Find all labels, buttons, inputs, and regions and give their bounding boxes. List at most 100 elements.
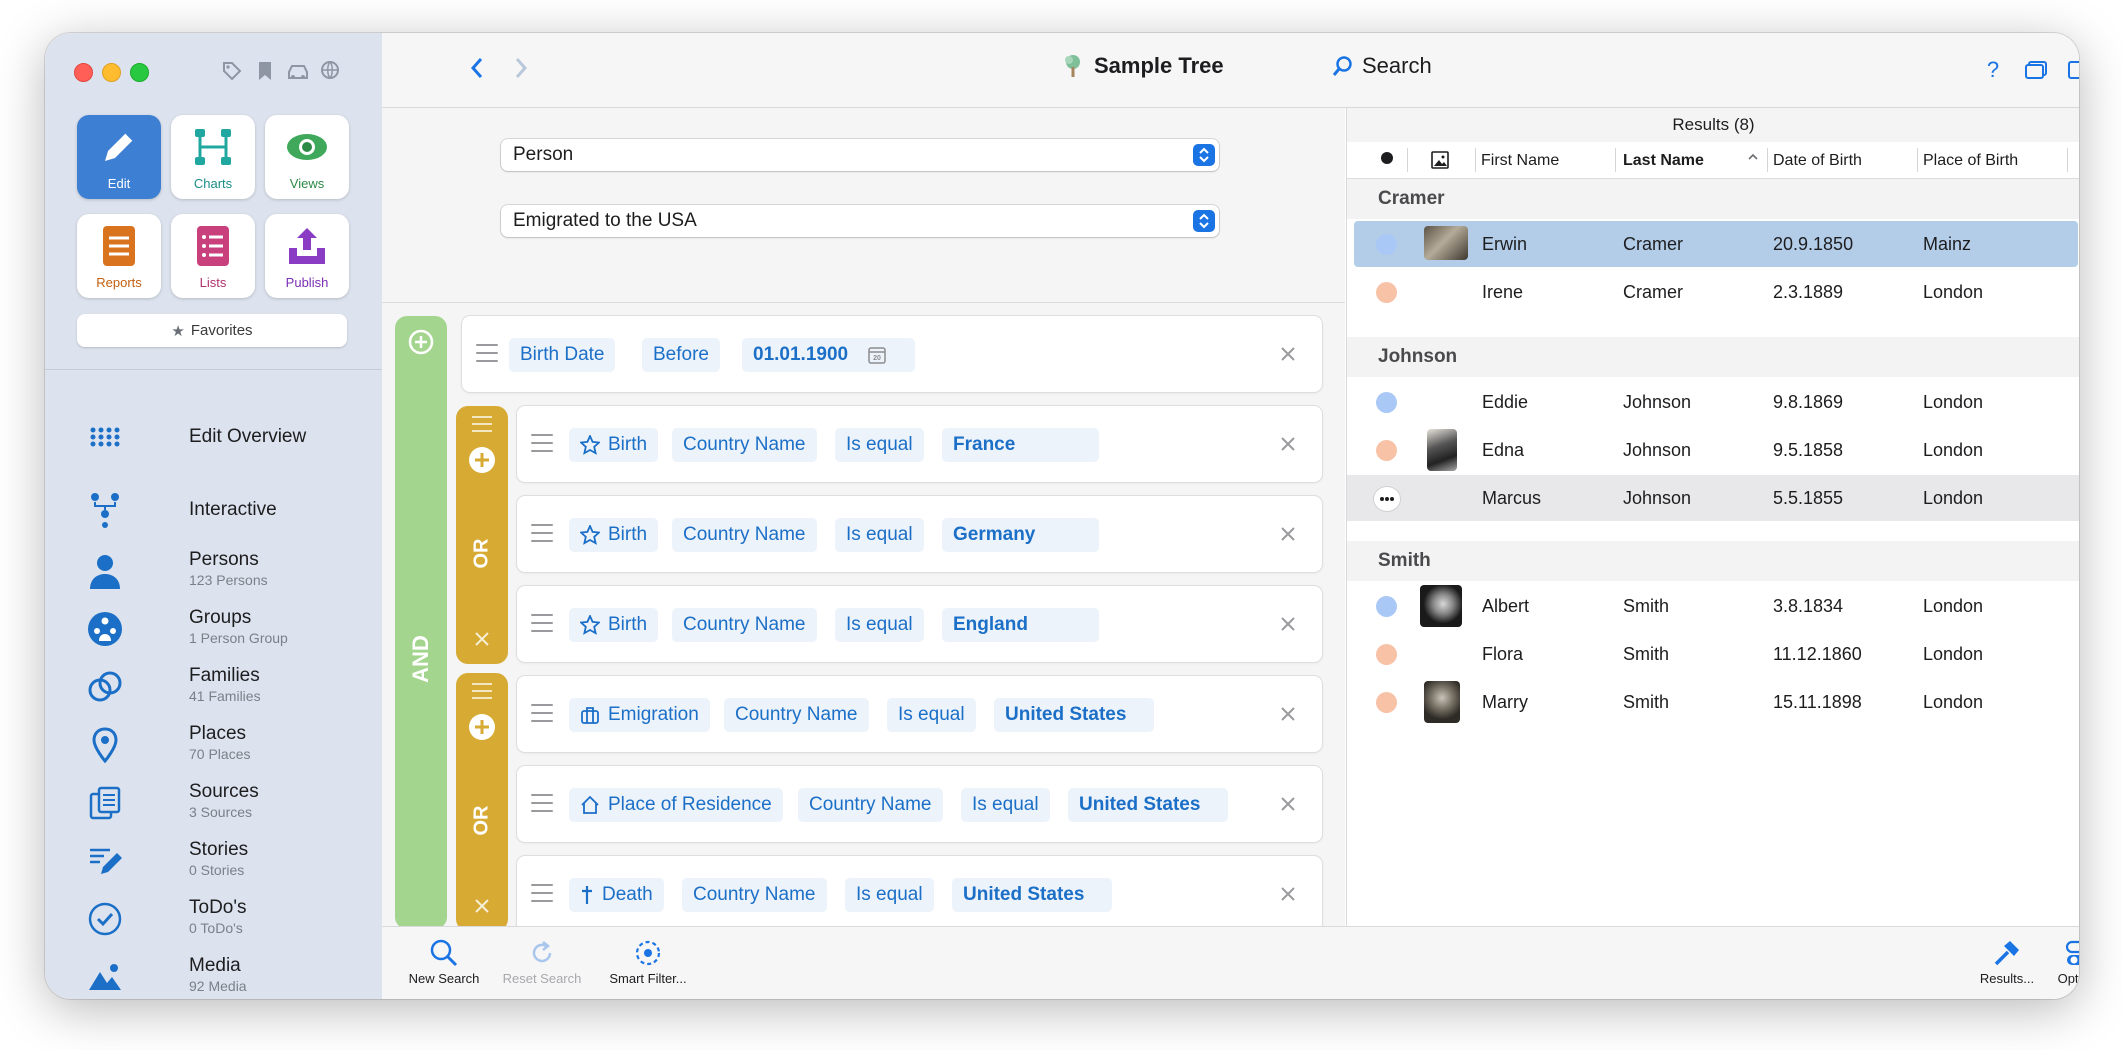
back-button[interactable]: [462, 53, 492, 83]
remove-criterion-close-icon[interactable]: [1276, 792, 1300, 816]
sidebar-item-interactive[interactable]: Interactive: [85, 490, 375, 530]
criterion-field-chip[interactable]: Country Name: [682, 878, 827, 912]
charts-button[interactable]: Charts: [171, 115, 255, 199]
tag-icon[interactable]: [217, 56, 247, 86]
table-row[interactable]: Marry Smith 15.11.1898 London: [1347, 679, 2079, 725]
criterion-field-chip[interactable]: Country Name: [672, 518, 817, 552]
sidebar-item-places[interactable]: Places 70 Places: [85, 719, 375, 769]
criterion-event-chip[interactable]: Place of Residence: [569, 788, 783, 822]
or-group-bar[interactable]: OR: [456, 406, 508, 664]
criterion-operator-chip[interactable]: Is equal: [961, 788, 1050, 822]
drag-handle-icon[interactable]: [531, 614, 553, 638]
table-row[interactable]: Eddie Johnson 9.8.1869 London: [1347, 379, 2079, 425]
edit-button[interactable]: Edit: [77, 115, 161, 199]
criterion-operator-chip[interactable]: Is equal: [835, 518, 924, 552]
criterion-value-field[interactable]: France: [942, 428, 1099, 462]
criterion-operator-chip[interactable]: Before: [642, 338, 720, 372]
reset-search-button[interactable]: Reset Search: [496, 935, 588, 986]
add-criterion-plus-icon[interactable]: [408, 329, 434, 360]
car-icon[interactable]: [283, 56, 313, 86]
criterion-field-chip[interactable]: Country Name: [672, 608, 817, 642]
criterion-value-field[interactable]: United States: [952, 878, 1112, 912]
sidebar-item-media[interactable]: Media 92 Media: [85, 951, 375, 999]
drag-handle-icon[interactable]: [531, 704, 553, 728]
drag-handle-icon[interactable]: [472, 683, 492, 699]
more-options-ellipsis-icon[interactable]: [1374, 487, 1400, 511]
drag-handle-icon[interactable]: [531, 524, 553, 548]
and-group-bar[interactable]: AND: [395, 316, 447, 929]
table-row[interactable]: Albert Smith 3.8.1834 London: [1347, 583, 2079, 629]
add-criterion-plus-icon[interactable]: [468, 446, 496, 479]
criterion-field-chip[interactable]: Country Name: [724, 698, 869, 732]
sidebar-item-persons[interactable]: Persons 123 Persons: [85, 545, 375, 595]
criterion-value-field[interactable]: England: [942, 608, 1099, 642]
criterion-value-field[interactable]: Germany: [942, 518, 1099, 552]
remove-criterion-close-icon[interactable]: [1276, 432, 1300, 456]
sidebar-item-stories[interactable]: Stories 0 Stories: [85, 835, 375, 885]
remove-criterion-close-icon[interactable]: [1276, 612, 1300, 636]
remove-group-close-icon[interactable]: [473, 630, 491, 653]
column-first-name[interactable]: First Name: [1481, 152, 1559, 170]
criterion-value-field[interactable]: 01.01.1900 20: [742, 338, 915, 372]
favorites-button[interactable]: ★ Favorites: [77, 314, 347, 347]
options-button[interactable]: Options: [2047, 935, 2079, 986]
drag-handle-icon[interactable]: [472, 416, 492, 432]
remove-criterion-close-icon[interactable]: [1276, 882, 1300, 906]
zoom-window-button[interactable]: [130, 63, 149, 82]
drag-handle-icon[interactable]: [531, 434, 553, 458]
toggle-sidebar-button[interactable]: [2062, 55, 2079, 85]
criterion-event-chip[interactable]: Birth: [569, 608, 659, 642]
table-row[interactable]: Erwin Cramer 20.9.1850 Mainz: [1354, 221, 2078, 267]
forward-button[interactable]: [506, 53, 536, 83]
close-window-button[interactable]: [74, 63, 93, 82]
publish-button[interactable]: Publish: [265, 214, 349, 298]
lists-button[interactable]: Lists: [171, 214, 255, 298]
criterion-operator-chip[interactable]: Is equal: [845, 878, 934, 912]
column-last-name[interactable]: Last Name: [1623, 152, 1704, 170]
remove-criterion-close-icon[interactable]: [1276, 702, 1300, 726]
drag-handle-icon[interactable]: [531, 794, 553, 818]
drag-handle-icon[interactable]: [531, 884, 553, 908]
criterion-value-field[interactable]: United States: [1068, 788, 1228, 822]
criterion-field-chip[interactable]: Country Name: [798, 788, 943, 822]
column-place-of-birth[interactable]: Place of Birth: [1923, 152, 2018, 170]
results-options-button[interactable]: Results...: [1972, 935, 2042, 986]
column-date-of-birth[interactable]: Date of Birth: [1773, 152, 1862, 170]
new-search-button[interactable]: New Search: [404, 935, 484, 986]
criterion-event-chip[interactable]: Emigration: [569, 698, 710, 732]
add-criterion-plus-icon[interactable]: [468, 713, 496, 746]
remove-group-close-icon[interactable]: [473, 897, 491, 920]
remove-criterion-close-icon[interactable]: [1276, 522, 1300, 546]
table-row[interactable]: Flora Smith 11.12.1860 London: [1347, 631, 2079, 677]
entity-type-select[interactable]: Person: [501, 139, 1219, 171]
criterion-value-field[interactable]: United States: [994, 698, 1154, 732]
table-row[interactable]: Marcus Johnson 5.5.1855 London: [1347, 475, 2079, 521]
window-layout-button[interactable]: [2019, 55, 2053, 85]
criterion-event-chip[interactable]: Death: [569, 878, 664, 912]
criterion-operator-chip[interactable]: Is equal: [835, 428, 924, 462]
sidebar-item-families[interactable]: Families 41 Families: [85, 661, 375, 711]
globe-search-icon[interactable]: [316, 56, 346, 86]
smart-filter-button[interactable]: Smart Filter...: [602, 935, 694, 986]
criterion-operator-chip[interactable]: Is equal: [887, 698, 976, 732]
criterion-field-chip[interactable]: Country Name: [672, 428, 817, 462]
sidebar-item-sources[interactable]: Sources 3 Sources: [85, 777, 375, 827]
help-button[interactable]: ?: [1978, 55, 2008, 85]
criterion-event-chip[interactable]: Birth: [569, 428, 659, 462]
or-group-bar[interactable]: OR: [456, 673, 508, 931]
bookmark-icon[interactable]: [250, 56, 280, 86]
minimize-window-button[interactable]: [102, 63, 121, 82]
remove-criterion-close-icon[interactable]: [1276, 342, 1300, 366]
criterion-event-chip[interactable]: Birth: [569, 518, 659, 552]
search-title-button[interactable]: Search: [1332, 53, 1432, 79]
drag-handle-icon[interactable]: [476, 344, 498, 368]
criterion-operator-chip[interactable]: Is equal: [835, 608, 924, 642]
table-row[interactable]: Irene Cramer 2.3.1889 London: [1347, 269, 2079, 315]
saved-search-select[interactable]: Emigrated to the USA: [501, 205, 1219, 237]
gender-column-icon[interactable]: [1380, 151, 1394, 170]
table-row[interactable]: Edna Johnson 9.5.1858 London: [1347, 427, 2079, 473]
sidebar-item-todos[interactable]: ToDo's 0 ToDo's: [85, 893, 375, 943]
criterion-field-chip[interactable]: Birth Date: [509, 338, 616, 372]
sidebar-item-groups[interactable]: Groups 1 Person Group: [85, 603, 375, 653]
photo-column-icon[interactable]: [1430, 150, 1450, 175]
